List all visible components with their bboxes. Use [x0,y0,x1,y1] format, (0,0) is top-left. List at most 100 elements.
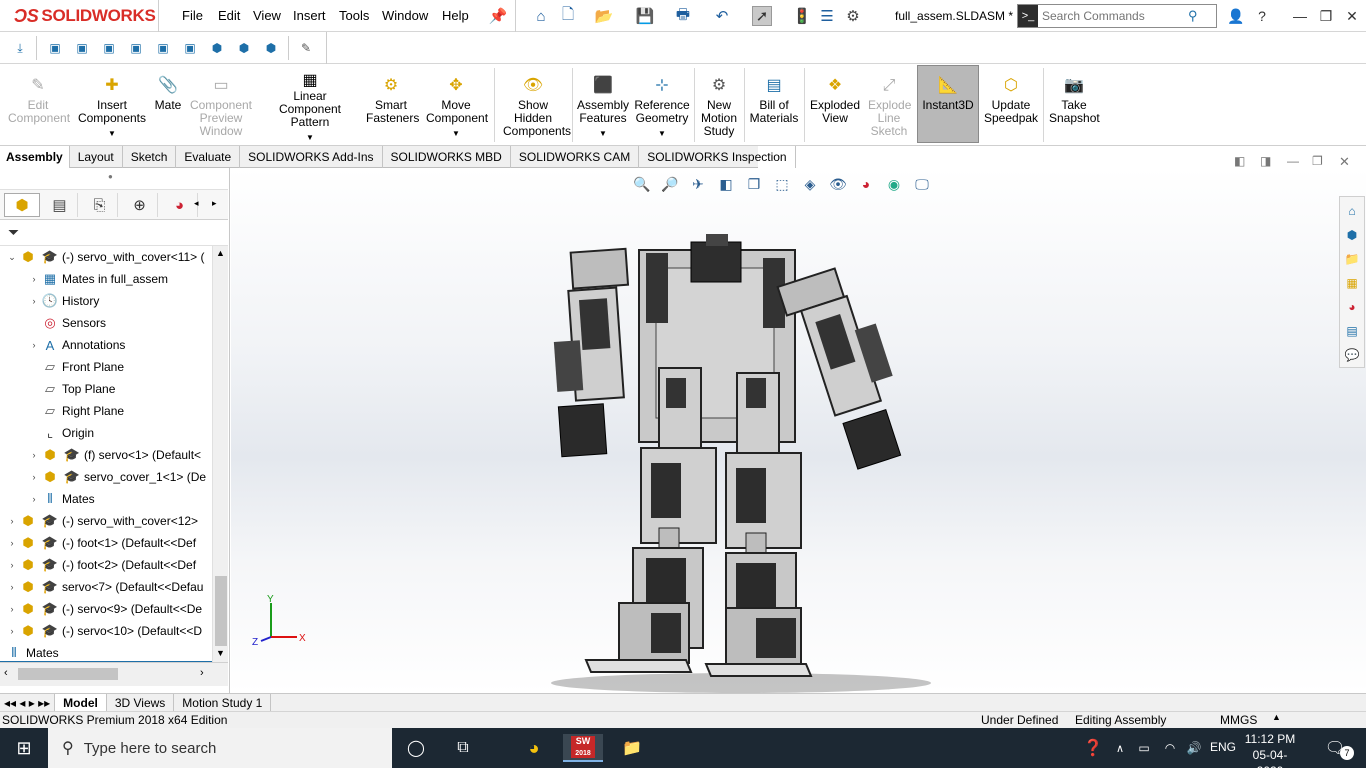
tab-solidworks-inspection[interactable]: SOLIDWORKS Inspection [639,146,796,168]
feature-manager-tab-icon[interactable]: ⬢ [4,193,40,217]
previous-view-icon[interactable]: ✈ [687,173,709,195]
edit-appearance-icon[interactable]: ◕ [855,173,877,195]
chevron-right-icon[interactable]: › [6,582,18,592]
rebuild-traffic-light-icon[interactable]: 🚦 [792,6,812,26]
volume-icon[interactable]: 🔊 [1182,734,1206,762]
tree-item[interactable]: › ⬢ 🎓 (-) servo<10> (Default<<D [6,620,203,642]
update-speedpak-button[interactable]: ⬡ Update Speedpak [982,66,1040,144]
taskbar-search-box[interactable]: ⚲ Type here to search [48,728,392,768]
wifi-icon[interactable]: ◠ [1158,734,1182,762]
mate-button[interactable]: 📎 Mate [150,66,186,144]
resources-home-icon[interactable]: ⌂ [1342,201,1362,221]
options-gear-icon[interactable]: ⚙ [843,6,863,26]
tree-item[interactable]: › ⬢ 🎓 (-) foot<2> (Default<<Def [6,554,197,576]
chevron-right-icon[interactable]: › [200,667,204,679]
doc-restore-button[interactable]: ❐ [1312,154,1323,168]
zoom-to-area-icon[interactable]: 🔎 [659,173,681,195]
tile-right-icon[interactable]: ◨ [1260,154,1271,168]
file-properties-icon[interactable]: ☰ [817,6,837,26]
dynamic-annotation-icon[interactable]: ❐ [743,173,765,195]
hide-show-items-icon[interactable]: 👁 [827,173,849,195]
tree-item[interactable]: › ▦ Mates in full_assem [28,268,169,290]
front-view-icon[interactable]: ▣ [45,38,65,58]
chevron-right-icon[interactable]: › [6,560,18,570]
view-orientation-icon[interactable]: ⬚ [771,173,793,195]
tree-item[interactable]: ▱ Right Plane [28,400,124,422]
print-icon[interactable]: 🖶 [673,6,693,26]
open-folder-icon[interactable]: 📂 [594,6,614,26]
doc-minimize-button[interactable]: — [1287,154,1299,168]
appearances-icon[interactable]: ◕ [1342,297,1362,317]
help-question-icon[interactable]: ? [1252,6,1272,26]
graphics-area[interactable]: 🔍 🔎 ✈ ◧ ❐ ⬚ ◈ 👁 ◕ ◉ 🖵 ◧ ◨ — ❐ ✕ ⌂ ⬢ 📁 ▦ … [231,154,1366,693]
chevron-right-icon[interactable]: › [6,538,18,548]
menu-help[interactable]: Help [442,8,469,23]
display-style-icon[interactable]: ◈ [799,173,821,195]
tree-item[interactable]: › ⦀ Mates [28,488,95,510]
chevron-down-icon[interactable]: ⌄ [6,252,18,263]
view-palette-icon[interactable]: ▦ [1342,273,1362,293]
tree-item[interactable]: ▱ Top Plane [28,378,115,400]
save-icon[interactable]: 💾 [635,6,655,26]
chevron-right-icon[interactable]: › [6,604,18,614]
minimize-button[interactable]: — [1290,6,1310,26]
chevron-right-icon[interactable]: › [6,516,18,526]
tree-item[interactable]: ▱ Front Plane [28,356,124,378]
tree-item[interactable]: › ⬢ 🎓 servo<7> (Default<<Defau [6,576,204,598]
chevron-down-icon[interactable]: ▼ [216,648,225,658]
chevron-left-icon[interactable]: ◂ [194,198,199,209]
tree-item[interactable]: ⦀ Mates [4,642,59,662]
chevron-right-icon[interactable]: › [28,340,40,350]
property-manager-tab-icon[interactable]: ▤ [42,193,78,217]
tree-item[interactable]: › A Annotations [28,334,126,356]
tree-item[interactable]: ⌞ Origin [28,422,94,444]
trimetric-view-icon[interactable]: ⬢ [234,38,254,58]
scrollbar-thumb[interactable] [18,668,118,680]
chevron-right-icon[interactable]: › [28,494,40,504]
solidworks-taskbar-icon[interactable]: SW 2018 [563,734,603,762]
smart-fasteners-button[interactable]: ⚙ Smart Fasteners [366,66,419,144]
menu-edit[interactable]: Edit [218,8,240,23]
chevron-up-icon[interactable]: ▲ [216,248,225,258]
new-document-icon[interactable]: 🗋 [558,6,578,26]
tree-item[interactable]: › ⬢ 🎓 (f) servo<1> (Default< [28,444,202,466]
top-view-icon[interactable]: ▣ [153,38,173,58]
scrollbar-thumb[interactable] [215,576,227,646]
close-button[interactable]: ✕ [1342,6,1362,26]
assembly-features-button[interactable]: ⬛ Assembly Features ▼ [576,66,630,144]
dimetric-view-icon[interactable]: ⬢ [261,38,281,58]
chevron-right-icon[interactable]: › [28,296,40,306]
apply-scene-icon[interactable]: ◉ [883,173,905,195]
take-snapshot-button[interactable]: 📷 Take Snapshot [1046,66,1102,144]
bottom-view-icon[interactable]: ▣ [180,38,200,58]
chevron-down-icon[interactable]: ▼ [452,127,460,140]
chevron-down-icon[interactable]: ▼ [658,127,666,140]
menu-tools[interactable]: Tools [339,8,369,23]
chevron-right-icon[interactable]: › [28,472,40,482]
right-view-icon[interactable]: ▣ [126,38,146,58]
view-normal-icon[interactable]: ⤓ [10,38,30,58]
tab-solidworks-mbd[interactable]: SOLIDWORKS MBD [383,146,511,168]
search-icon[interactable]: ⚲ [1188,8,1198,24]
tree-item[interactable]: ⌄ ⬢ 🎓 (-) servo_with_cover<11> ( [6,246,204,268]
select-arrow-icon[interactable]: ➚ [752,6,772,26]
robot-assembly-model[interactable] [541,228,931,698]
home-icon[interactable]: ⌂ [531,6,551,26]
insert-components-button[interactable]: ✚ Insert Components ▼ [76,66,148,144]
panel-splitter[interactable]: ● [0,168,228,190]
forum-icon[interactable]: 💬 [1342,345,1362,365]
view-settings-icon[interactable]: 🖵 [911,173,933,195]
show-hidden-components-button[interactable]: 👁 Show Hidden Components [498,66,571,144]
filter-icon[interactable]: ⏷ [8,224,19,241]
language-indicator[interactable]: ENG [1210,740,1236,754]
configuration-manager-tab-icon[interactable]: ⎘ [82,193,118,217]
tree-item[interactable]: › ⬢ 🎓 (-) foot<1> (Default<<Def [6,532,197,554]
tree-item[interactable]: › 🕓 History [28,290,100,312]
tree-item[interactable]: ◎ Sensors [28,312,106,334]
tree-item[interactable]: › ⬢ 🎓 servo_cover_1<1> (De [28,466,207,488]
tab-model[interactable]: Model [55,694,107,711]
tree-item[interactable]: › ⬢ 🎓 (-) servo<9> (Default<<De [6,598,203,620]
section-view-icon[interactable]: ◧ [715,173,737,195]
chevron-right-icon[interactable]: ▸ [212,198,217,209]
tree-horizontal-scrollbar[interactable]: ‹ › [0,662,228,686]
